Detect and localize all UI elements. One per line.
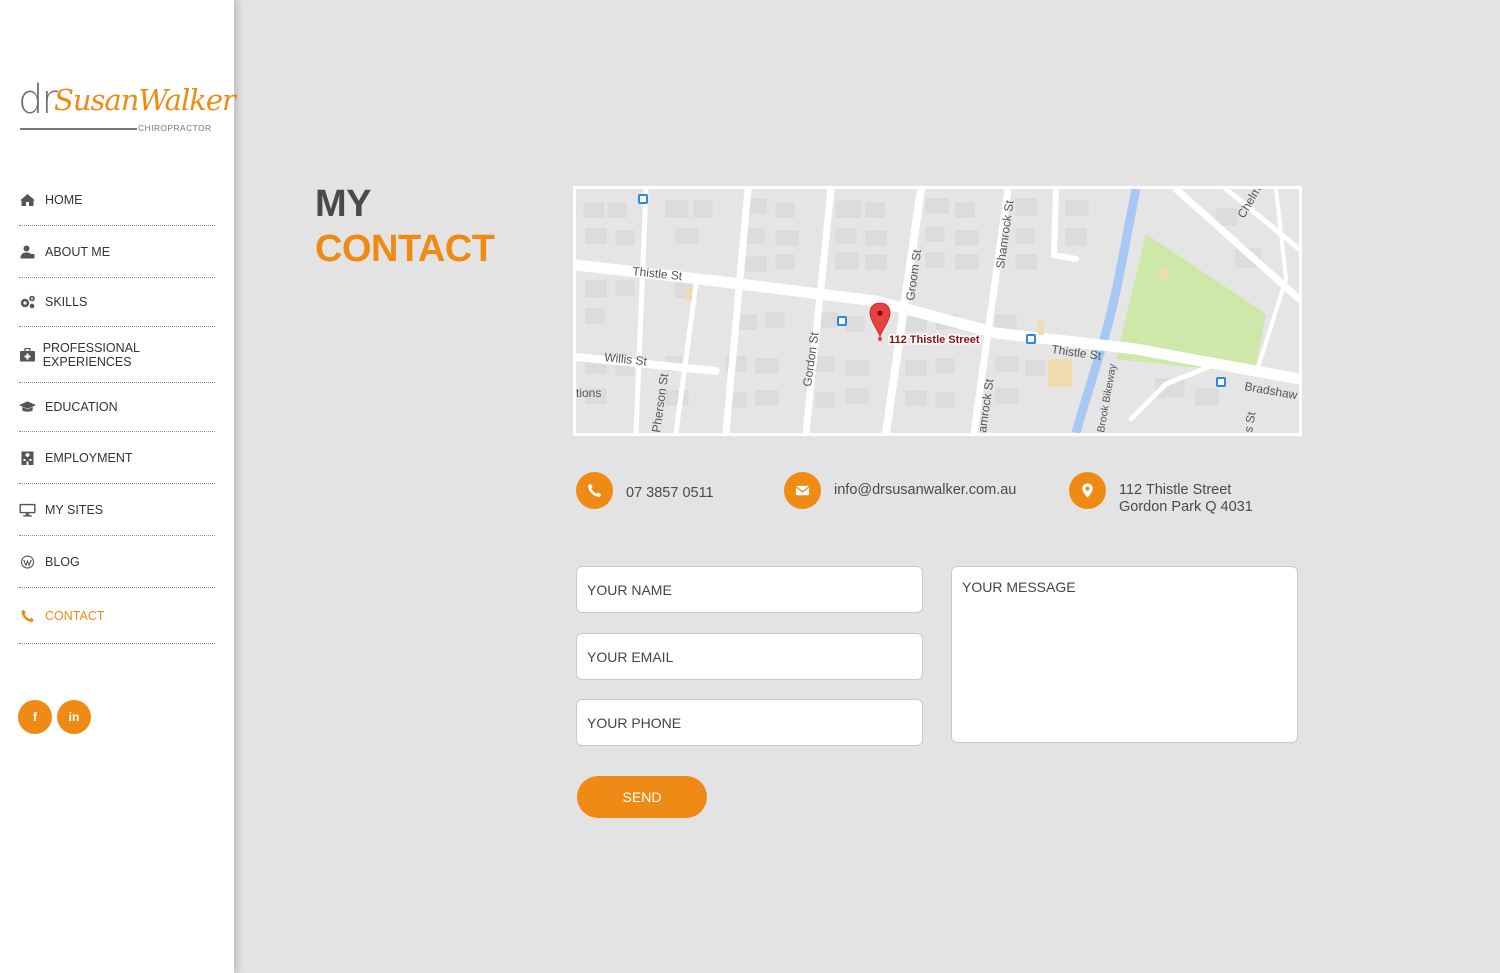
nav-label-professional-experiences: PROFESSIONAL EXPERIENCES	[42, 340, 140, 369]
phone-icon	[19, 609, 45, 623]
email-input[interactable]	[576, 633, 923, 680]
address: 112 Thistle Street Gordon Park Q 4031	[1119, 482, 1253, 516]
sidebar-nav: HOME ABOUT ME SKILLS PROFESSIONAL EXPERI…	[19, 174, 215, 644]
facebook-button[interactable]: f	[18, 700, 52, 734]
gears-icon	[19, 295, 45, 309]
facebook-icon: f	[33, 710, 37, 724]
hospital-icon	[19, 451, 45, 465]
nav-label-blog: BLOG	[45, 554, 80, 569]
nav-item-home[interactable]: HOME	[19, 174, 215, 226]
logo-underline	[20, 128, 137, 130]
nav-item-education[interactable]: EDUCATION	[19, 383, 215, 432]
page-title-line2: CONTACT	[315, 228, 495, 270]
phone-icon	[576, 472, 613, 509]
page-title-line1: MY	[315, 183, 372, 225]
address-line1: 112 Thistle Street	[1119, 482, 1232, 498]
nav-item-contact[interactable]: CONTACT	[19, 588, 215, 644]
sidebar: dr SusanWalker CHIROPRACTOR HOME ABOUT M…	[0, 0, 236, 973]
nav-item-blog[interactable]: BLOG	[19, 536, 215, 588]
logo[interactable]: dr SusanWalker CHIROPRACTOR	[18, 77, 236, 138]
nav-label-employment: EMPLOYMENT	[45, 450, 133, 465]
medkit-icon	[19, 347, 43, 362]
linkedin-button[interactable]: in	[57, 700, 91, 734]
nav-label-home: HOME	[45, 192, 83, 207]
phone-number: 07 3857 0511	[626, 485, 714, 501]
name-input[interactable]	[576, 566, 923, 613]
desktop-icon	[19, 503, 45, 517]
nav-label-about-me: ABOUT ME	[45, 244, 111, 259]
logo-subtitle: CHIROPRACTOR	[138, 123, 212, 133]
contact-email: info@drsusanwalker.com.au	[784, 472, 1016, 509]
nav-label-my-sites: MY SITES	[45, 502, 104, 517]
linkedin-icon: in	[68, 710, 80, 724]
send-button[interactable]: SEND	[577, 776, 707, 818]
nav-item-professional-experiences[interactable]: PROFESSIONAL EXPERIENCES	[19, 327, 215, 383]
email-address[interactable]: info@drsusanwalker.com.au	[834, 482, 1016, 499]
user-icon	[19, 245, 45, 259]
nav-item-employment[interactable]: EMPLOYMENT	[19, 432, 215, 484]
wordpress-icon	[19, 554, 45, 569]
phone-input[interactable]	[576, 699, 923, 746]
envelope-icon	[784, 472, 821, 509]
contact-address: 112 Thistle Street Gordon Park Q 4031	[1069, 472, 1253, 516]
map-marker-label: 112 Thistle Street	[889, 334, 980, 346]
street-label-tions: tions	[576, 386, 601, 400]
nav-item-about-me[interactable]: ABOUT ME	[19, 226, 215, 278]
graduation-cap-icon	[19, 400, 45, 414]
logo-prefix: dr	[18, 77, 58, 123]
nav-label-contact: CONTACT	[45, 608, 105, 623]
home-icon	[19, 193, 45, 207]
nav-item-skills[interactable]: SKILLS	[19, 278, 215, 327]
page-title: MY CONTACT	[315, 182, 495, 272]
message-textarea[interactable]	[951, 566, 1298, 743]
social-links: f in	[18, 700, 91, 734]
nav-label-skills: SKILLS	[45, 295, 88, 309]
nav-label-education: EDUCATION	[45, 400, 118, 414]
map-pin-icon	[1069, 472, 1106, 509]
logo-name: SusanWalker	[54, 83, 236, 117]
contact-phone: 07 3857 0511	[576, 472, 714, 509]
address-line2: Gordon Park Q 4031	[1119, 499, 1253, 515]
nav-item-my-sites[interactable]: MY SITES	[19, 484, 215, 536]
location-map[interactable]: Thistle St Willis St Gordon St Groom St …	[573, 186, 1302, 436]
